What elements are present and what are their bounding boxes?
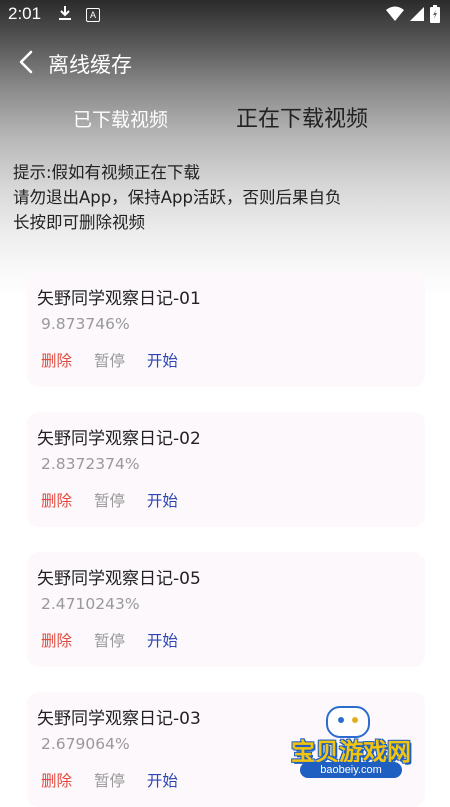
download-card[interactable]: 矢野同学观察日记-02 2.8372374% 删除 暂停 开始	[27, 412, 425, 527]
top-app-bar: 离线缓存	[0, 40, 450, 84]
download-progress: 2.4710243%	[41, 595, 140, 613]
pause-button[interactable]: 暂停	[94, 349, 125, 371]
card-actions: 删除 暂停 开始	[41, 489, 195, 511]
tab-bar: 已下载视频 正在下载视频	[0, 100, 450, 140]
video-title: 矢野同学观察日记-03	[37, 709, 201, 729]
download-icon	[58, 5, 72, 25]
video-title: 矢野同学观察日记-02	[37, 429, 201, 449]
battery-icon	[430, 5, 440, 28]
notice-line-1: 提示:假如有视频正在下载	[13, 163, 201, 182]
download-progress: 9.873746%	[41, 315, 130, 333]
notice-line-2: 请勿退出App，保持App活跃，否则后果自负	[13, 188, 342, 207]
tab-downloading-videos[interactable]: 正在下载视频	[236, 100, 368, 140]
app-notification-icon: A	[86, 8, 100, 22]
tab-downloaded-videos[interactable]: 已下载视频	[73, 100, 168, 140]
wifi-icon	[386, 6, 404, 27]
card-actions: 删除 暂停 开始	[41, 349, 195, 371]
status-time: 2:01	[8, 4, 42, 23]
delete-button[interactable]: 删除	[41, 769, 72, 791]
watermark-logo: 宝贝游戏网 baobeiy.com	[276, 706, 426, 780]
pause-button[interactable]: 暂停	[94, 769, 125, 791]
page-title: 离线缓存	[48, 53, 132, 77]
video-title: 矢野同学观察日记-05	[37, 569, 201, 589]
status-bar: 2:01 A	[0, 0, 450, 30]
pause-button[interactable]: 暂停	[94, 629, 125, 651]
notice-line-3: 长按即可删除视频	[13, 213, 145, 232]
start-button[interactable]: 开始	[147, 489, 178, 511]
download-progress: 2.8372374%	[41, 455, 140, 473]
start-button[interactable]: 开始	[147, 629, 178, 651]
delete-button[interactable]: 删除	[41, 629, 72, 651]
download-progress: 2.679064%	[41, 735, 130, 753]
pause-button[interactable]: 暂停	[94, 489, 125, 511]
signal-icon	[409, 6, 425, 27]
card-actions: 删除 暂停 开始	[41, 629, 195, 651]
video-title: 矢野同学观察日记-01	[37, 289, 201, 309]
delete-button[interactable]: 删除	[41, 349, 72, 371]
start-button[interactable]: 开始	[147, 349, 178, 371]
download-card[interactable]: 矢野同学观察日记-05 2.4710243% 删除 暂停 开始	[27, 552, 425, 667]
card-actions: 删除 暂停 开始	[41, 769, 195, 791]
start-button[interactable]: 开始	[147, 769, 178, 791]
watermark-url: baobeiy.com	[300, 762, 402, 778]
download-notice: 提示:假如有视频正在下载 请勿退出App，保持App活跃，否则后果自负 长按即可…	[13, 160, 341, 235]
delete-button[interactable]: 删除	[41, 489, 72, 511]
chevron-left-icon[interactable]	[14, 48, 40, 76]
download-card[interactable]: 矢野同学观察日记-01 9.873746% 删除 暂停 开始	[27, 272, 425, 387]
